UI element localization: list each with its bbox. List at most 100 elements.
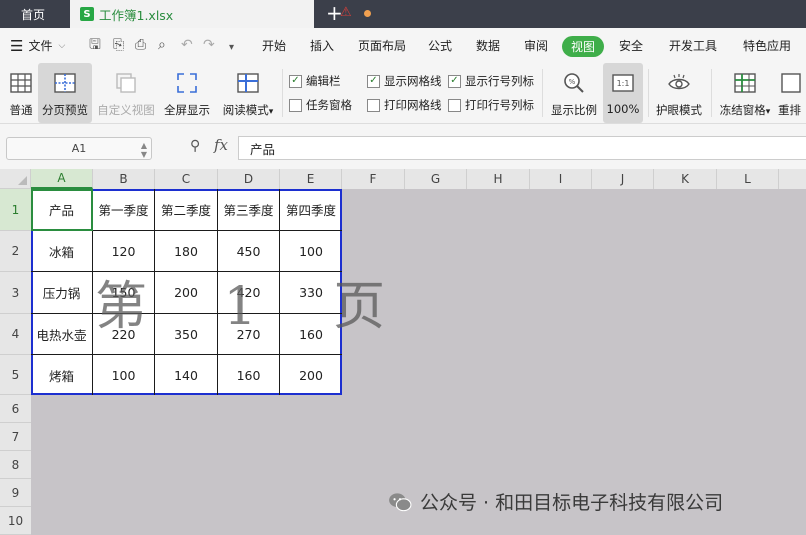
column-header-a[interactable]: A: [31, 169, 93, 189]
row-header-3[interactable]: 3: [0, 272, 31, 314]
table-cell[interactable]: 200: [280, 355, 342, 395]
select-all-corner[interactable]: [0, 169, 31, 189]
menu-special[interactable]: 特色应用: [743, 28, 791, 63]
checkbox-checked-icon: ✓: [448, 74, 461, 88]
table-cell[interactable]: 100: [93, 355, 155, 395]
column-header-b[interactable]: B: [93, 169, 155, 189]
print-icon[interactable]: ⎙: [135, 37, 146, 53]
column-header-d[interactable]: D: [218, 169, 280, 189]
show-headers-checkbox[interactable]: ✓ 显示行号列标: [448, 73, 534, 89]
tab-workbook-label: 工作簿1.xlsx: [99, 7, 174, 23]
eye-icon: [668, 74, 690, 90]
menu-review[interactable]: 审阅: [524, 28, 548, 63]
zoom-ratio-button[interactable]: % 显示比例: [549, 63, 599, 123]
reading-mode-icon: [237, 73, 259, 93]
fullscreen-button[interactable]: 全屏显示: [162, 63, 212, 123]
freeze-panes-icon: [734, 73, 756, 93]
menu-developer[interactable]: 开发工具: [669, 28, 717, 63]
redo-icon[interactable]: ↷: [203, 37, 215, 53]
reading-mode-button[interactable]: 阅读模式▾: [218, 63, 278, 123]
row-header-5[interactable]: 5: [0, 355, 31, 395]
rearrange-button[interactable]: 重排: [778, 63, 806, 123]
row-header-4[interactable]: 4: [0, 314, 31, 355]
column-header-j[interactable]: J: [592, 169, 654, 189]
wechat-watermark: 公众号 · 和田目标电子科技有限公司: [388, 488, 723, 515]
table-cell[interactable]: 160: [218, 355, 280, 395]
print-preview-icon[interactable]: ⌕: [158, 37, 166, 53]
row-header-2[interactable]: 2: [0, 231, 31, 272]
print-headers-checkbox[interactable]: 打印行号列标: [448, 97, 534, 113]
tab-workbook[interactable]: S 工作簿1.xlsx ⚠: [70, 0, 371, 28]
column-header-e[interactable]: E: [280, 169, 342, 189]
new-tab-button[interactable]: +: [326, 2, 343, 24]
column-header-k[interactable]: K: [654, 169, 717, 189]
eye-protection-button[interactable]: 护眼模式: [653, 63, 705, 123]
table-cell[interactable]: 烤箱: [31, 355, 93, 395]
show-gridlines-checkbox[interactable]: ✓ 显示网格线: [367, 73, 442, 89]
page-break-preview-label: 分页预览: [42, 103, 88, 117]
table-cell[interactable]: 压力锅: [31, 272, 93, 314]
normal-view-button[interactable]: 普通: [6, 63, 36, 123]
header-cell[interactable]: 第二季度: [155, 189, 218, 231]
row-header-6[interactable]: 6: [0, 395, 31, 423]
formula-input[interactable]: 产品: [238, 136, 806, 160]
header-cell[interactable]: 第三季度: [218, 189, 280, 231]
print-gridlines-checkbox[interactable]: 打印网格线: [367, 97, 442, 113]
column-header-h[interactable]: H: [467, 169, 530, 189]
page-break-icon: [54, 73, 76, 93]
page-number-watermark: 第 1 页: [95, 277, 416, 337]
page-break-preview-button[interactable]: 分页预览: [38, 63, 92, 123]
format-painter-icon[interactable]: ⎘: [113, 37, 124, 53]
table-cell[interactable]: 电热水壶: [31, 314, 93, 355]
customize-dropdown-icon[interactable]: ▾: [229, 40, 234, 56]
tab-home[interactable]: 首页: [0, 0, 66, 28]
menu-start[interactable]: 开始: [262, 28, 286, 63]
freeze-panes-button[interactable]: 冻结窗格▾: [716, 63, 774, 123]
show-gridlines-label: 显示网格线: [384, 74, 442, 88]
checkbox-unchecked-icon: [448, 98, 461, 112]
undo-icon[interactable]: ↶: [181, 37, 193, 53]
menu-data[interactable]: 数据: [476, 28, 500, 63]
hamburger-icon: ☰: [10, 36, 24, 55]
menu-security[interactable]: 安全: [619, 28, 643, 63]
print-headers-label: 打印行号列标: [465, 98, 534, 112]
column-header-partial[interactable]: [779, 169, 806, 189]
menu-insert[interactable]: 插入: [310, 28, 334, 63]
custom-view-button[interactable]: 自定义视图: [96, 63, 156, 123]
row-header-8[interactable]: 8: [0, 451, 31, 479]
zoom-100-button[interactable]: 1:1 100%: [603, 63, 643, 123]
normal-view-label: 普通: [9, 103, 33, 117]
ribbon: 普通 分页预览 自定义视图 全屏显示 阅读模式▾ ✓ 编辑栏 任务窗格 ✓ 显示网格…: [0, 63, 806, 124]
ribbon-separator: [542, 69, 543, 117]
cell-reference: A1: [71, 142, 87, 155]
column-header-l[interactable]: L: [717, 169, 779, 189]
menu-view[interactable]: 视图: [562, 36, 605, 57]
task-pane-checkbox[interactable]: 任务窗格: [289, 97, 352, 113]
header-cell[interactable]: 第四季度: [280, 189, 342, 231]
spreadsheet-grid[interactable]: ABCDEFGHIJKL 1 2 3 4 5 6 7 8 9 10 产品 第一季度 第二季度 第三季度第…: [0, 169, 806, 535]
column-header-i[interactable]: I: [530, 169, 592, 189]
header-cell[interactable]: 产品: [31, 189, 93, 231]
normal-grid-icon: [10, 73, 32, 93]
column-header-c[interactable]: C: [155, 169, 218, 189]
menu-formula[interactable]: 公式: [428, 28, 452, 63]
one-to-one-icon: 1:1: [612, 74, 634, 92]
table-cell[interactable]: 冰箱: [31, 231, 93, 272]
row-header-1[interactable]: 1: [0, 189, 31, 231]
zoom-icon[interactable]: ⚲: [190, 138, 200, 154]
column-header-f[interactable]: F: [342, 169, 405, 189]
row-header-7[interactable]: 7: [0, 423, 31, 451]
column-header-g[interactable]: G: [405, 169, 467, 189]
row-header-10[interactable]: 10: [0, 507, 31, 535]
save-icon[interactable]: 🖫: [89, 37, 101, 53]
menu-page-layout[interactable]: 页面布局: [358, 28, 406, 63]
row-header-9[interactable]: 9: [0, 479, 31, 507]
header-cell[interactable]: 第一季度: [93, 189, 155, 231]
freeze-panes-label: 冻结窗格▾: [719, 103, 771, 117]
file-menu[interactable]: ☰ 文件 ⌵: [10, 28, 65, 63]
name-box[interactable]: A1 ▲ ▼: [6, 137, 152, 160]
insert-function-icon[interactable]: fx: [214, 136, 228, 154]
formula-bar-checkbox[interactable]: ✓ 编辑栏: [289, 73, 341, 89]
table-cell[interactable]: 140: [155, 355, 218, 395]
checkbox-checked-icon: ✓: [367, 74, 380, 88]
